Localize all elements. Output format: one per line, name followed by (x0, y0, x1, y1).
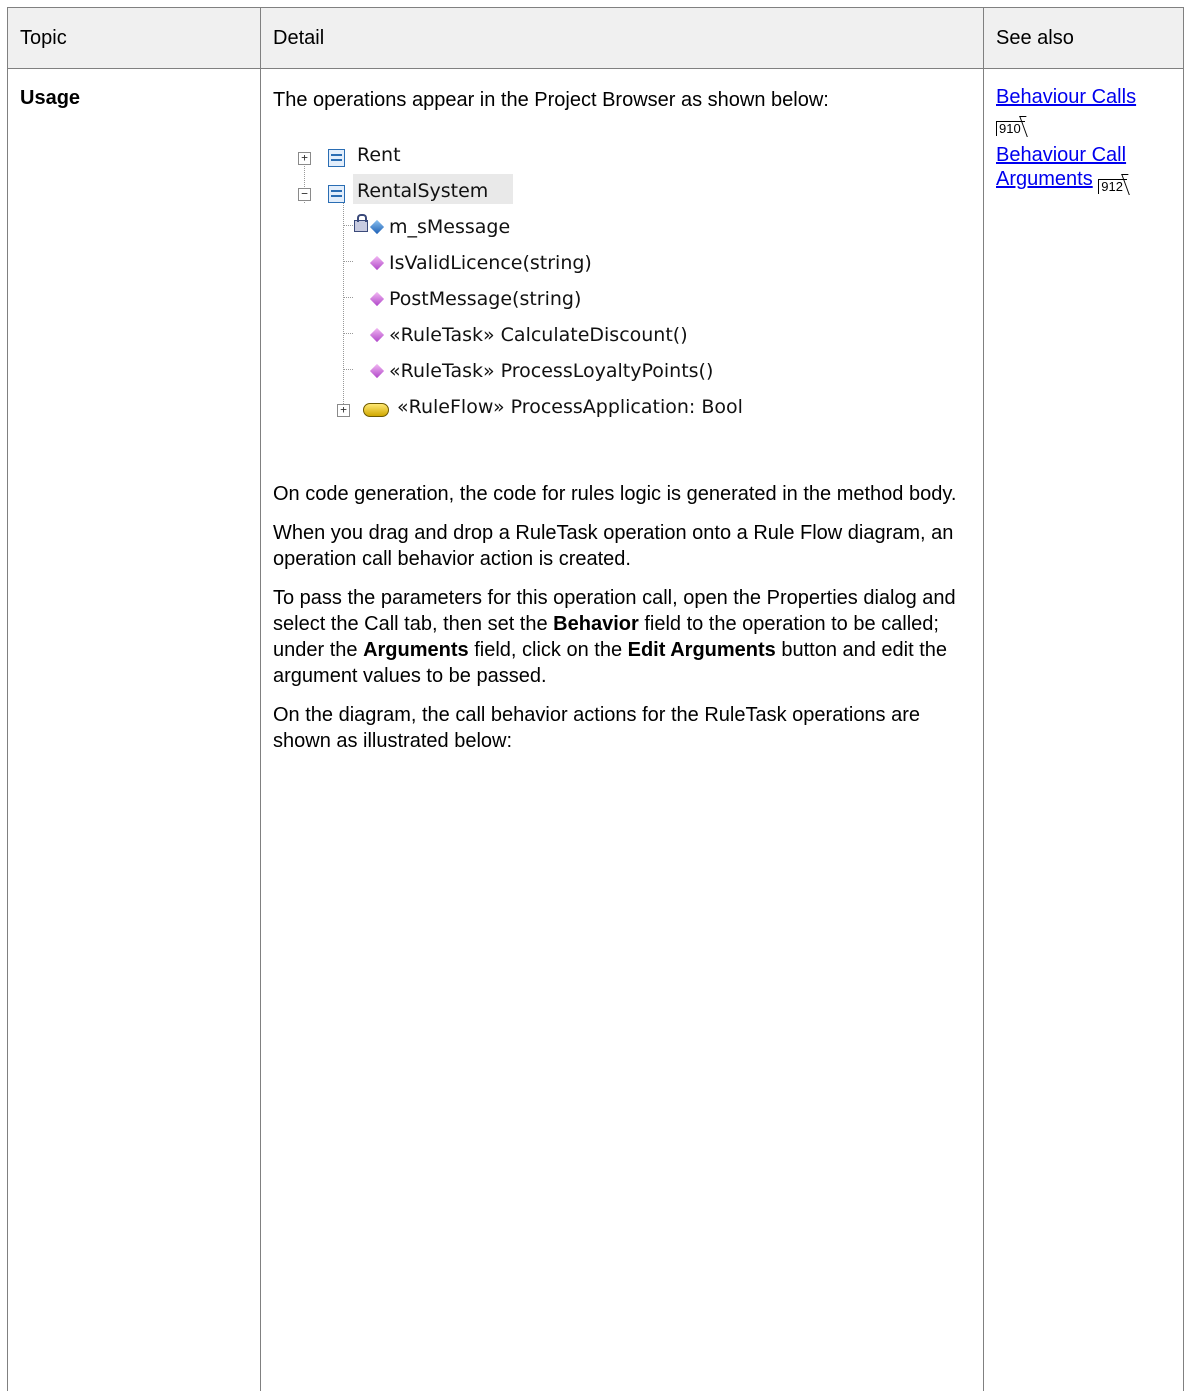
tree-item-postmessage[interactable]: PostMessage(string) (389, 284, 581, 314)
tree-item-isvalidlicence[interactable]: IsValidLicence(string) (389, 248, 592, 278)
link-behaviour-calls[interactable]: Behaviour Calls (996, 86, 1136, 108)
tree-item-rentalsystem[interactable]: RentalSystem (357, 176, 488, 206)
page-reference: 912 (1098, 179, 1127, 194)
operation-icon (369, 255, 385, 271)
detail-para-diagram: On the diagram, the call behavior action… (273, 704, 921, 752)
tree-item-calculatediscount[interactable]: «RuleTask» CalculateDiscount() (389, 320, 688, 350)
attribute-icon (369, 219, 385, 235)
expand-icon[interactable]: + (298, 152, 311, 165)
project-browser-screenshot: + Rent − RentalSystem m_sMessage IsValid… (273, 137, 913, 427)
header-see-also: See also (983, 7, 1184, 69)
tree-item-rent[interactable]: Rent (357, 140, 401, 170)
topic-cell: Usage (7, 68, 261, 1391)
tree-item-processapplication[interactable]: «RuleFlow» ProcessApplication: Bool (397, 392, 743, 422)
topic-table: Topic Detail See also Usage The operatio… (7, 7, 1184, 1391)
detail-para-code-generation: On code generation, the code for rules l… (273, 483, 957, 505)
detail-para-pass-parameters: To pass the parameters for this operatio… (273, 587, 956, 687)
table-header-row: Topic Detail See also (7, 7, 1184, 69)
expand-icon[interactable]: + (337, 404, 350, 417)
header-topic: Topic (7, 7, 261, 69)
detail-para-drag-drop: When you drag and drop a RuleTask operat… (273, 522, 954, 570)
activity-icon (363, 403, 389, 417)
topic-label: Usage (20, 87, 81, 109)
operation-icon (369, 363, 385, 379)
page-reference: 910 (996, 121, 1025, 136)
tree-item-m-smessage[interactable]: m_sMessage (389, 212, 510, 242)
detail-cell: The operations appear in the Project Bro… (260, 68, 984, 1391)
collapse-icon[interactable]: − (298, 188, 311, 201)
see-also-cell: Behaviour Calls 910 Behaviour Call Argum… (983, 68, 1184, 1391)
class-icon (328, 185, 345, 203)
lock-icon (354, 214, 368, 232)
see-also-item: Behaviour Call Arguments 912 (996, 143, 1175, 194)
operation-icon (369, 291, 385, 307)
operation-icon (369, 327, 385, 343)
table-row: Usage The operations appear in the Proje… (7, 68, 1184, 1391)
class-icon (328, 149, 345, 167)
tree-item-processloyaltypoints[interactable]: «RuleTask» ProcessLoyaltyPoints() (389, 356, 713, 386)
see-also-item: Behaviour Calls 910 (996, 85, 1175, 136)
header-detail: Detail (260, 7, 984, 69)
detail-intro: The operations appear in the Project Bro… (273, 89, 829, 111)
